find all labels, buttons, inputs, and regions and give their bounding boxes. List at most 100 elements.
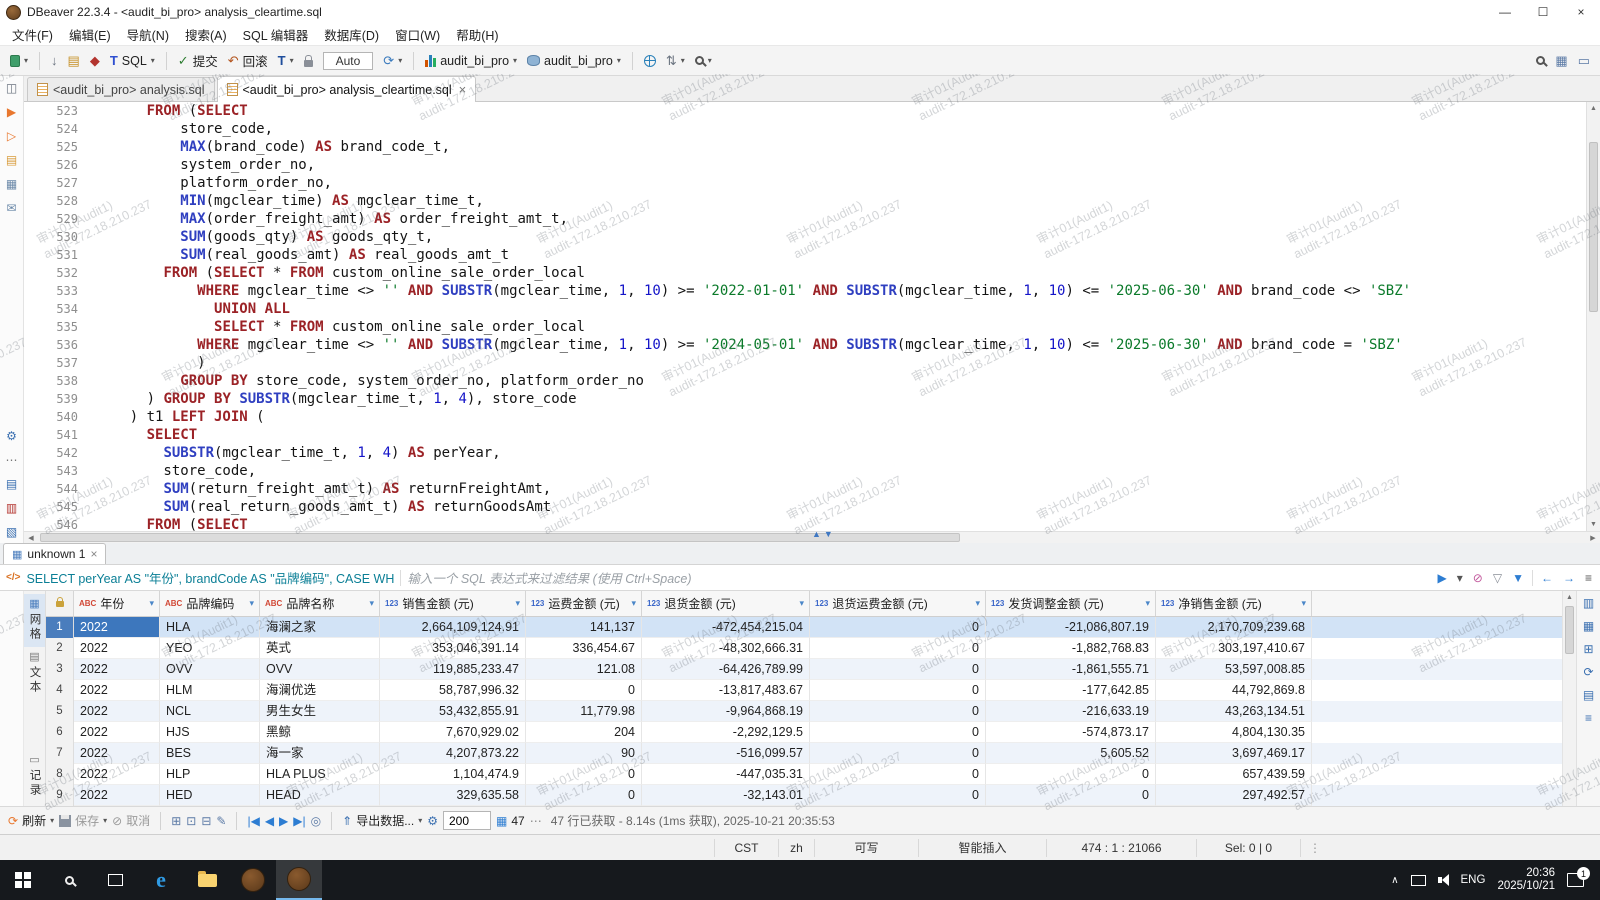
column-filter-icon[interactable]: ▾ <box>515 598 520 609</box>
table-row[interactable]: 9 2022 HED HEAD 329,635.58 0 -32,143.01 0 0 297,4… <box>46 785 1562 806</box>
taskbar-search-button[interactable] <box>46 860 92 900</box>
cell[interactable]: 119,885,233.47 <box>380 659 526 680</box>
cell[interactable]: 0 <box>810 701 986 722</box>
search-dropdown[interactable]: ▾ <box>691 54 716 67</box>
display-icon[interactable] <box>1410 874 1426 886</box>
edit-filter-icon[interactable]: ▽ <box>1491 571 1504 585</box>
cell[interactable]: 海一家 <box>260 743 380 764</box>
apply-filter-icon[interactable]: ▶ <box>1436 571 1449 585</box>
scroll-left-icon[interactable]: ◀ <box>24 532 38 543</box>
cell[interactable]: 329,635.58 <box>380 785 526 806</box>
cell[interactable]: -32,143.01 <box>642 785 810 806</box>
commit-mode-chip[interactable]: Auto <box>319 50 378 72</box>
export-button[interactable]: ⇑ 导出数据... ▾ <box>342 812 422 829</box>
datasource-selector[interactable]: audit_bi_pro ▾ <box>421 52 521 70</box>
cell[interactable]: 0 <box>810 638 986 659</box>
close-icon[interactable]: × <box>90 547 97 561</box>
table-row[interactable]: 5 2022 NCL 男生女生 53,432,855.91 11,779.98 -9,964… <box>46 701 1562 722</box>
export-doc-icon[interactable]: ▤ <box>3 475 20 492</box>
menu-item-4[interactable]: SQL 编辑器 <box>235 23 317 46</box>
cell[interactable]: 2022 <box>74 764 160 785</box>
fetch-size-input[interactable] <box>442 811 491 830</box>
menu-item-7[interactable]: 帮助(H) <box>448 23 506 46</box>
edge-button[interactable]: e <box>138 860 184 900</box>
scroll-up-icon[interactable]: ▲ <box>1563 591 1576 604</box>
cell[interactable]: HLP <box>160 764 260 785</box>
file-explorer-button[interactable] <box>184 860 230 900</box>
menu-item-5[interactable]: 数据库(D) <box>316 23 387 46</box>
table-row[interactable]: 6 2022 HJS 黑鲸 7,670,929.02 204 -2,292,129.5 0 -5… <box>46 722 1562 743</box>
table-row[interactable]: 7 2022 BES 海一家 4,207,873.22 90 -516,099.57 0 5,6… <box>46 743 1562 764</box>
cell[interactable]: 0 <box>810 785 986 806</box>
cell[interactable]: 44,792,869.8 <box>1156 680 1312 701</box>
column-header-1[interactable]: ABC 品牌编码 ▾ <box>160 591 260 616</box>
first-row-icon[interactable]: |◀ <box>247 814 259 828</box>
column-header-7[interactable]: 123 发货调整金额 (元) ▾ <box>986 591 1156 616</box>
cell[interactable]: OVV <box>260 659 380 680</box>
refresh-dropdown[interactable]: ⟳ ▾ <box>379 52 406 69</box>
cell[interactable]: OVV <box>160 659 260 680</box>
cell[interactable]: 2022 <box>74 785 160 806</box>
open-perspective-button[interactable]: ▦ <box>1551 52 1571 69</box>
cell[interactable]: 4,804,130.35 <box>1156 722 1312 743</box>
table-row[interactable]: 8 2022 HLP HLA PLUS 1,104,474.9 0 -447,035.31 0… <box>46 764 1562 785</box>
cell[interactable]: -64,426,789.99 <box>642 659 810 680</box>
back-icon[interactable]: ← <box>1539 571 1555 585</box>
menu-item-6[interactable]: 窗口(W) <box>387 23 448 46</box>
clear-filter-icon[interactable]: ⊘ <box>1471 571 1485 585</box>
code-area[interactable]: 523 FROM (SELECT 524 store_code, 525 MAX(b… <box>38 102 1586 531</box>
sash-up-icon[interactable]: ▲ <box>812 530 821 539</box>
column-filter-icon[interactable]: ▾ <box>799 598 804 609</box>
cell[interactable]: 0 <box>810 764 986 785</box>
cell[interactable]: 2022 <box>74 743 160 764</box>
metadata-panel-icon[interactable]: ▤ <box>1583 688 1594 702</box>
commit-button[interactable]: ✓ 提交 <box>174 49 222 72</box>
cell[interactable]: -48,302,666.31 <box>642 638 810 659</box>
cell[interactable]: 336,454.67 <box>526 638 642 659</box>
menu-item-3[interactable]: 搜索(A) <box>177 23 235 46</box>
execute-new-tab-icon[interactable]: ▷ <box>3 127 20 144</box>
cell[interactable]: 0 <box>810 743 986 764</box>
dbeaver-taskbar-button-2[interactable] <box>276 860 322 900</box>
cell[interactable]: 2022 <box>74 659 160 680</box>
sash-control[interactable]: ▲ ▼ <box>812 530 833 539</box>
table-row[interactable]: 1 2022 HLA 海澜之家 2,664,109,124.91 141,137 -472,… <box>46 617 1562 638</box>
cell[interactable]: 0 <box>986 785 1156 806</box>
tab-text-view[interactable]: ▤ 文本 <box>24 647 45 700</box>
task-view-button[interactable] <box>92 860 138 900</box>
cell[interactable]: -177,642.85 <box>986 680 1156 701</box>
explain-plan-icon[interactable]: ▦ <box>3 175 20 192</box>
transaction-mode-dropdown[interactable]: T ▾ <box>274 52 298 69</box>
menu-item-1[interactable]: 编辑(E) <box>61 23 119 46</box>
grid-vscrollbar[interactable]: ▲ <box>1562 591 1576 806</box>
cell[interactable]: HLM <box>160 680 260 701</box>
language-indicator[interactable]: ENG <box>1461 874 1486 886</box>
calc-panel-icon[interactable]: ⊞ <box>1583 642 1593 656</box>
maximize-button[interactable]: ☐ <box>1524 0 1562 24</box>
cell[interactable]: YEO <box>160 638 260 659</box>
start-button[interactable] <box>0 860 46 900</box>
rollback-button[interactable]: ↶ 回滚 <box>224 49 272 72</box>
cell[interactable]: 53,432,855.91 <box>380 701 526 722</box>
cell[interactable]: 黑鲸 <box>260 722 380 743</box>
cell[interactable]: -9,964,868.19 <box>642 701 810 722</box>
table-row[interactable]: 3 2022 OVV OVV 119,885,233.47 121.08 -64,426,7… <box>46 659 1562 680</box>
grid-panel-icon[interactable]: ▦ <box>1583 619 1594 633</box>
column-filter-icon[interactable]: ▾ <box>369 598 374 609</box>
close-tab-icon[interactable]: × <box>459 82 467 97</box>
cell[interactable]: -216,633.19 <box>986 701 1156 722</box>
scroll-thumb[interactable] <box>1565 606 1574 654</box>
cell[interactable]: 204 <box>526 722 642 743</box>
cell[interactable]: 0 <box>810 617 986 638</box>
cell[interactable]: BES <box>160 743 260 764</box>
sql-editor-dropdown[interactable]: T SQL ▾ <box>106 52 159 70</box>
script-button[interactable]: ▤ <box>64 52 84 69</box>
cell[interactable]: 2022 <box>74 701 160 722</box>
cell[interactable]: -1,861,555.71 <box>986 659 1156 680</box>
action-center-icon[interactable]: 1 <box>1567 867 1590 887</box>
sash-down-icon[interactable]: ▼ <box>824 530 833 539</box>
cell[interactable]: -516,099.57 <box>642 743 810 764</box>
load-script-button[interactable]: ↓ <box>47 52 62 69</box>
cell[interactable]: 海澜优选 <box>260 680 380 701</box>
edit-cell-icon[interactable]: ✎ <box>216 814 226 828</box>
